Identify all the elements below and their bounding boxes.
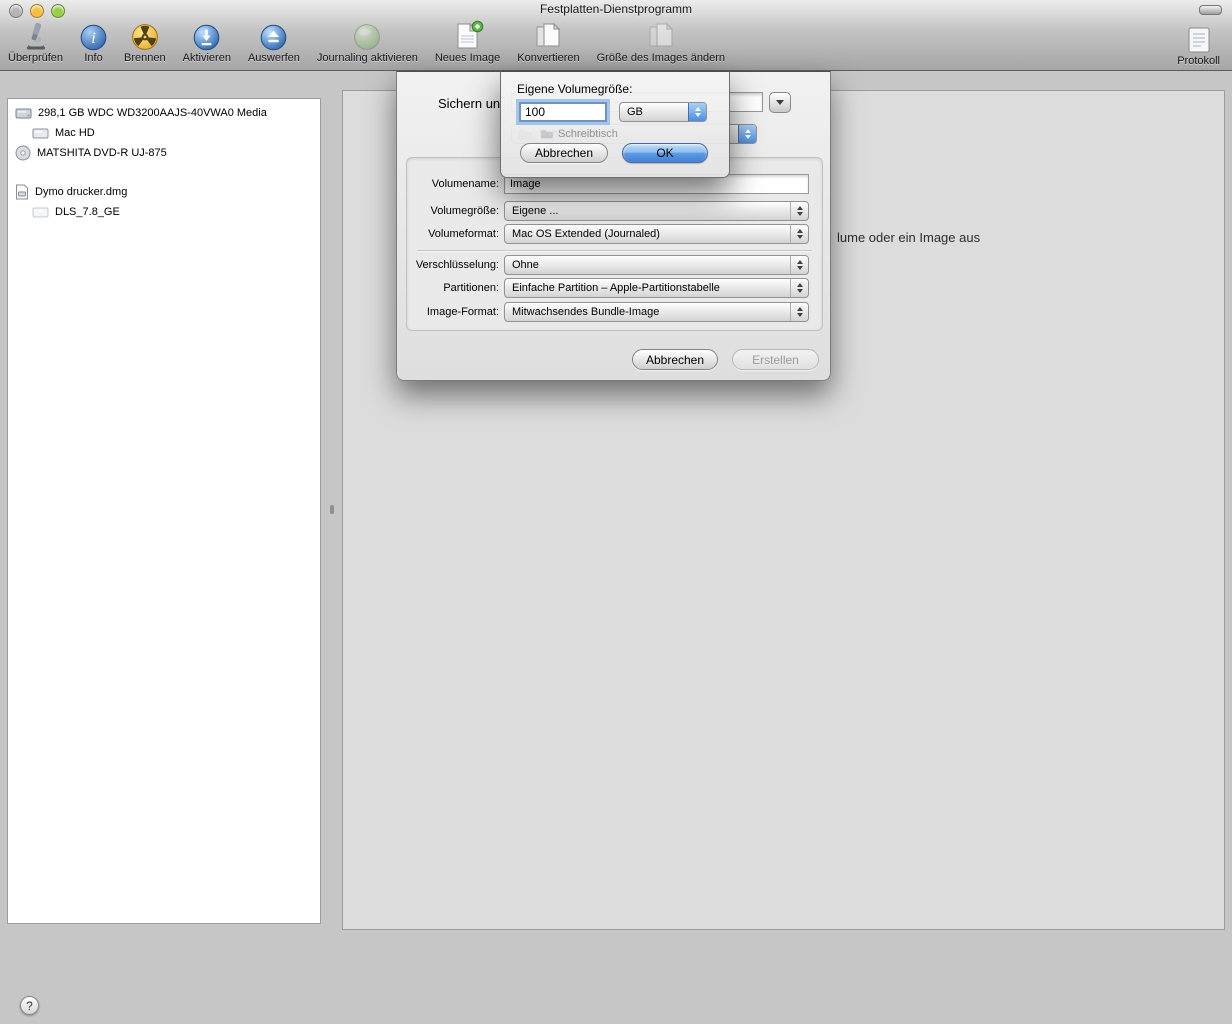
volume-icon: [32, 205, 49, 219]
save-as-label: Sichern un: [438, 96, 500, 111]
disk-utility-window: Festplatten-Dienstprogramm Überprüfen: [0, 0, 1232, 1024]
image-options-group: Volumename: Volumegröße: Eigene ... Volu…: [406, 157, 823, 331]
toolbar-item-mount[interactable]: Aktivieren: [183, 16, 231, 64]
disclosure-triangle-icon: [776, 100, 784, 105]
toolbar-item-convert[interactable]: Konvertieren: [517, 16, 579, 64]
sidebar-item-label: 298,1 GB WDC WD3200AAJS-40VWA0 Media: [38, 107, 267, 119]
sidebar-item-label: DLS_7.8_GE: [55, 206, 120, 218]
volume-size-row: Volumegröße: Eigene ...: [407, 201, 822, 221]
disk-image-icon: [15, 184, 29, 200]
encryption-popup[interactable]: Ohne: [504, 255, 809, 275]
volume-size-popup[interactable]: Eigene ...: [504, 201, 809, 221]
toolbar-item-new-image[interactable]: Neues Image: [435, 16, 500, 64]
sidebar-item-dls-volume[interactable]: DLS_7.8_GE: [8, 202, 320, 222]
device-list: 298,1 GB WDC WD3200AAJS-40VWA0 Media Mac…: [7, 98, 321, 924]
toolbar-item-verify[interactable]: Überprüfen: [8, 16, 63, 64]
toolbar-item-enable-journaling[interactable]: Journaling aktivieren: [317, 16, 418, 64]
sheet-create-button[interactable]: Erstellen: [732, 349, 819, 370]
volume-icon: [32, 126, 49, 140]
sidebar-item-disk[interactable]: 298,1 GB WDC WD3200AAJS-40VWA0 Media: [8, 103, 320, 123]
volume-size-label: Volumegröße:: [407, 205, 499, 217]
form-separator: [417, 250, 812, 252]
convert-icon: [533, 19, 563, 51]
sidebar-item-disk-image[interactable]: Dymo drucker.dmg: [8, 182, 320, 202]
popup-arrows-icon: [688, 103, 706, 121]
popup-arrows-icon: [790, 303, 808, 321]
resize-image-icon: [646, 19, 676, 51]
sidebar-item-label: Mac HD: [55, 127, 95, 139]
partitions-popup[interactable]: Einfache Partition – Apple-Partitionstab…: [504, 278, 809, 298]
toolbar-item-resize-image[interactable]: Größe des Images ändern: [597, 16, 725, 64]
pane-splitter-handle[interactable]: [330, 505, 334, 514]
toolbar-item-eject[interactable]: Auswerfen: [248, 16, 300, 64]
custom-size-ok-button[interactable]: OK: [622, 143, 708, 163]
volume-format-label: Volumeformat:: [407, 228, 499, 240]
custom-size-dialog: Eigene Volumegröße: GB Schreibtisch Abbr…: [500, 71, 730, 178]
size-unit-popup[interactable]: GB: [619, 102, 707, 122]
encryption-label: Verschlüsselung:: [407, 259, 499, 271]
log-icon: [1186, 22, 1212, 54]
toolbar-item-burn[interactable]: Brennen: [124, 16, 166, 64]
window-chrome: Festplatten-Dienstprogramm Überprüfen: [0, 0, 1232, 71]
eject-icon: [260, 19, 287, 51]
image-format-popup[interactable]: Mitwachsendes Bundle-Image: [504, 302, 809, 322]
info-icon: i: [80, 19, 107, 51]
image-format-row: Image-Format: Mitwachsendes Bundle-Image: [407, 302, 822, 322]
help-button[interactable]: ?: [20, 996, 39, 1015]
toolbar-item-log[interactable]: Protokoll: [1177, 19, 1220, 67]
sidebar-item-mac-hd[interactable]: Mac HD: [8, 123, 320, 143]
partitions-row: Partitionen: Einfache Partition – Apple-…: [407, 278, 822, 298]
custom-size-input[interactable]: [519, 102, 607, 122]
volumename-label: Volumename:: [407, 178, 499, 190]
burn-icon: [131, 19, 159, 51]
volume-format-row: Volumeformat: Mac OS Extended (Journaled…: [407, 224, 822, 244]
popup-arrows-icon: [738, 125, 756, 143]
toolbar-toggle-pill[interactable]: [1199, 5, 1222, 15]
popup-arrows-icon: [790, 256, 808, 274]
svg-text:i: i: [91, 30, 95, 47]
sidebar-item-label: Dymo drucker.dmg: [35, 186, 127, 198]
popup-arrows-icon: [790, 202, 808, 220]
journaling-icon: [353, 19, 381, 51]
sidebar-item-optical-drive[interactable]: MATSHITA DVD-R UJ-875: [8, 143, 320, 163]
custom-size-title: Eigene Volumegröße:: [517, 82, 632, 96]
size-unit-value: GB: [620, 106, 688, 118]
sheet-cancel-button[interactable]: Abbrechen: [632, 349, 718, 370]
sidebar-item-label: MATSHITA DVD-R UJ-875: [37, 147, 167, 159]
toolbar: Überprüfen i Info: [8, 16, 725, 64]
hard-disk-icon: [15, 106, 32, 120]
expand-sheet-button[interactable]: [769, 92, 791, 113]
background-instruction-text: lume oder ein Image aus: [837, 230, 980, 245]
ghost-location-text: Schreibtisch: [541, 128, 618, 140]
popup-arrows-icon: [790, 279, 808, 297]
folder-icon: [541, 129, 553, 139]
toolbar-item-info[interactable]: i Info: [80, 16, 107, 64]
microscope-icon: [21, 19, 51, 51]
new-image-icon: [452, 19, 484, 51]
partitions-label: Partitionen:: [407, 282, 499, 294]
image-format-label: Image-Format:: [407, 306, 499, 318]
custom-size-cancel-button[interactable]: Abbrechen: [520, 143, 608, 163]
optical-disc-icon: [15, 145, 31, 161]
window-title: Festplatten-Dienstprogramm: [0, 2, 1232, 16]
encryption-row: Verschlüsselung: Ohne: [407, 255, 822, 275]
popup-arrows-icon: [790, 225, 808, 243]
question-mark-icon: ?: [26, 999, 33, 1013]
mount-icon: [193, 19, 220, 51]
volume-format-popup[interactable]: Mac OS Extended (Journaled): [504, 224, 809, 244]
